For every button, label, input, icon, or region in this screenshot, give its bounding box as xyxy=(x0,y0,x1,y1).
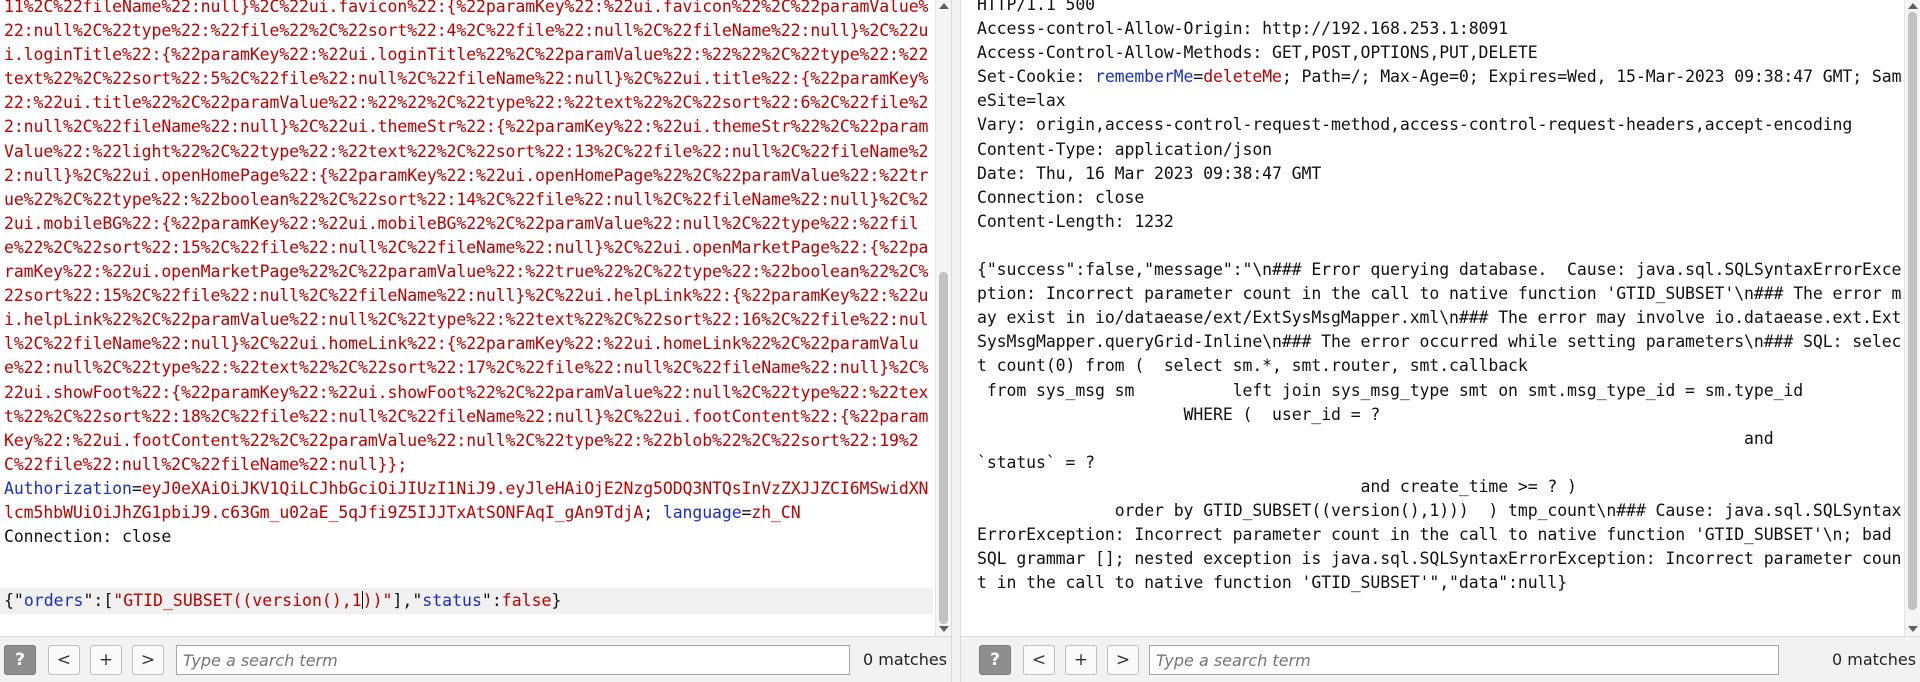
pane-splitter[interactable] xyxy=(951,0,961,682)
body-value-status: false xyxy=(501,591,552,610)
help-button[interactable]: ? xyxy=(4,645,36,675)
previous-match-button[interactable]: < xyxy=(1023,645,1055,675)
response-header-content-length: Content-Length: 1232 xyxy=(977,211,1174,231)
request-search-bar: ? < + > 0 matches xyxy=(0,636,951,682)
help-button[interactable]: ? xyxy=(979,645,1011,675)
body-value-orders: "GTID_SUBSET((version(),1 xyxy=(113,591,362,610)
response-status-line: HTTP/1.1 500 xyxy=(977,0,1096,14)
set-cookie-value: deleteMe xyxy=(1203,67,1282,87)
request-body-line[interactable]: {"orders":["GTID_SUBSET((version(),1))"]… xyxy=(0,588,933,614)
scrollbar-thumb[interactable] xyxy=(1908,12,1917,610)
response-header-connection: Connection: close xyxy=(977,187,1145,207)
add-search-option-button[interactable]: + xyxy=(1065,645,1097,675)
body-key-status: status xyxy=(422,591,482,610)
response-scrollbar[interactable] xyxy=(1904,0,1920,636)
next-match-button[interactable]: > xyxy=(132,645,164,675)
search-input[interactable] xyxy=(1149,645,1779,675)
request-scrollbar[interactable] xyxy=(935,0,951,636)
add-search-option-button[interactable]: + xyxy=(90,645,122,675)
scroll-down-icon[interactable] xyxy=(1908,626,1918,632)
request-connection-header: Connection: close xyxy=(4,527,172,547)
response-header-vary: Vary: origin,access-control-request-meth… xyxy=(977,115,1853,135)
response-header-acao: Access-control-Allow-Origin: http://192.… xyxy=(977,19,1509,39)
cookie-eq: = xyxy=(131,478,142,498)
cookie-separator: ; xyxy=(643,502,663,522)
scroll-down-icon[interactable] xyxy=(939,626,949,632)
response-header-date: Date: Thu, 16 Mar 2023 09:38:47 GMT xyxy=(977,163,1322,183)
response-body: {"success":false,"message":"\n### Error … xyxy=(977,260,1902,593)
next-match-button[interactable]: > xyxy=(1107,645,1139,675)
match-count: 0 matches xyxy=(863,650,948,669)
set-cookie-name: rememberMe xyxy=(1095,67,1194,87)
previous-match-button[interactable]: < xyxy=(48,645,80,675)
cookie-language-name: language xyxy=(662,502,742,522)
response-pane: HTTP/1.1 500 Access-control-Allow-Origin… xyxy=(961,0,1920,682)
scroll-up-icon[interactable] xyxy=(939,3,949,9)
scrollbar-thumb[interactable] xyxy=(939,272,948,624)
response-viewer[interactable]: HTTP/1.1 500 Access-control-Allow-Origin… xyxy=(977,0,1902,636)
request-editor[interactable]: 11%2C%22fileName%22:null}%2C%22ui.favico… xyxy=(4,0,933,636)
cookie-language-value: zh_CN xyxy=(751,502,801,522)
response-header-content-type: Content-Type: application/json xyxy=(977,139,1273,159)
body-key-orders: orders xyxy=(23,591,84,610)
match-count: 0 matches xyxy=(1832,650,1917,669)
response-header-acam: Access-Control-Allow-Methods: GET,POST,O… xyxy=(977,43,1538,63)
response-search-bar: ? < + > 0 matches xyxy=(961,636,1920,682)
request-encoded-params: 11%2C%22fileName%22:null}%2C%22ui.favico… xyxy=(4,0,929,474)
scroll-up-icon[interactable] xyxy=(1908,3,1918,9)
search-input[interactable] xyxy=(176,645,850,675)
cookie-authorization-name: Authorization xyxy=(4,478,132,498)
request-pane: 11%2C%22fileName%22:null}%2C%22ui.favico… xyxy=(0,0,951,682)
